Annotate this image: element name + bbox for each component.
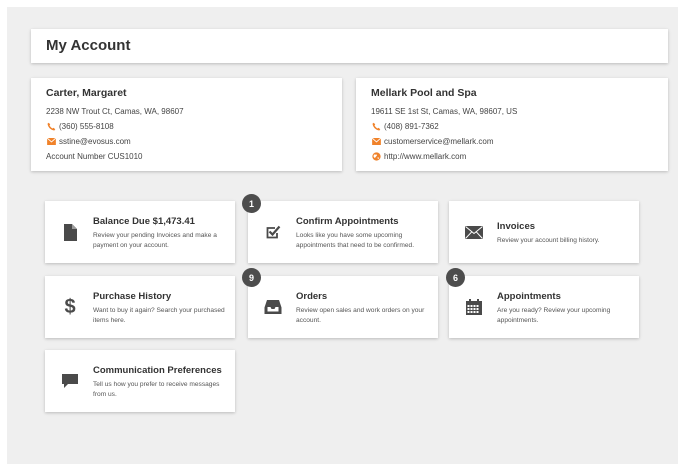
company-info-card: Mellark Pool and Spa 19611 SE 1st St, Ca…: [356, 78, 668, 171]
customer-phone-text: (360) 555-8108: [59, 122, 114, 131]
customer-account-number: Account Number CUS1010: [46, 152, 143, 161]
title-card: My Account: [31, 29, 668, 63]
phone-icon: [46, 122, 56, 131]
inbox-icon: [262, 276, 284, 338]
tile-description: Review your pending Invoices and make a …: [93, 232, 217, 249]
company-name: Mellark Pool and Spa: [371, 87, 477, 99]
company-email-text: customerservice@mellark.com: [384, 137, 494, 146]
customer-email-text: sstine@evosus.com: [59, 137, 131, 146]
customer-phone[interactable]: (360) 555-8108: [46, 122, 114, 131]
customer-address: 2238 NW Trout Ct, Camas, WA, 98607: [46, 107, 184, 116]
company-phone[interactable]: (408) 891-7362: [371, 122, 439, 131]
company-address-text: 19611 SE 1st St, Camas, WA, 98607, US: [371, 107, 518, 116]
appointments-tile[interactable]: Appointments Are you ready? Review your …: [449, 276, 639, 338]
tile-description: Looks like you have some upcoming appoin…: [296, 232, 415, 249]
calendar-icon: [463, 276, 485, 338]
envelope-icon: [463, 201, 485, 263]
checkbox-icon: [262, 201, 284, 263]
tile-description: Are you ready? Review your upcoming appo…: [497, 307, 611, 324]
purchase-history-tile[interactable]: $ Purchase History Want to buy it again?…: [45, 276, 235, 338]
customer-info-card: Carter, Margaret 2238 NW Trout Ct, Camas…: [31, 78, 342, 171]
email-icon: [371, 138, 381, 145]
tile-title: Purchase History: [93, 291, 172, 302]
company-phone-text: (408) 891-7362: [384, 122, 439, 131]
chat-bubble-icon: [59, 350, 81, 412]
tile-title: Communication Preferences: [93, 365, 222, 376]
tile-title: Orders: [296, 291, 328, 302]
confirm-appointments-tile[interactable]: Confirm Appointments Looks like you have…: [248, 201, 438, 263]
communication-preferences-tile[interactable]: Communication Preferences Tell us how yo…: [45, 350, 235, 412]
phone-icon: [371, 122, 381, 131]
page-background: My Account Carter, Margaret 2238 NW Trou…: [7, 7, 678, 464]
customer-email[interactable]: sstine@evosus.com: [46, 137, 131, 146]
tile-description: Want to buy it again? Search your purcha…: [93, 307, 225, 324]
company-email[interactable]: customerservice@mellark.com: [371, 137, 493, 146]
tile-title: Appointments: [497, 291, 561, 302]
tile-title: Confirm Appointments: [296, 216, 399, 227]
tile-description: Review open sales and work orders on you…: [296, 307, 425, 324]
invoices-tile[interactable]: Invoices Review your account billing his…: [449, 201, 639, 263]
confirm-appointments-count-badge: 1: [242, 194, 261, 213]
company-website[interactable]: http://www.mellark.com: [371, 152, 466, 161]
globe-icon: [371, 152, 381, 161]
company-website-text: http://www.mellark.com: [384, 152, 467, 161]
company-address: 19611 SE 1st St, Camas, WA, 98607, US: [371, 107, 517, 116]
balance-due-tile[interactable]: Balance Due $1,473.41 Review your pendin…: [45, 201, 235, 263]
tile-title: Balance Due $1,473.41: [93, 216, 195, 227]
tile-title: Invoices: [497, 221, 536, 232]
page-title: My Account: [46, 37, 131, 54]
appointments-count-badge: 6: [446, 268, 465, 287]
tile-description: Tell us how you prefer to receive messag…: [93, 381, 220, 398]
dollar-icon: $: [64, 295, 76, 318]
customer-account-text: Account Number CUS1010: [46, 152, 143, 161]
customer-name: Carter, Margaret: [46, 87, 127, 99]
customer-address-text: 2238 NW Trout Ct, Camas, WA, 98607: [46, 107, 184, 116]
tile-description: Review your account billing history.: [497, 237, 600, 244]
orders-tile[interactable]: Orders Review open sales and work orders…: [248, 276, 438, 338]
document-icon: [59, 201, 81, 263]
orders-count-badge: 9: [242, 268, 261, 287]
email-icon: [46, 138, 56, 145]
